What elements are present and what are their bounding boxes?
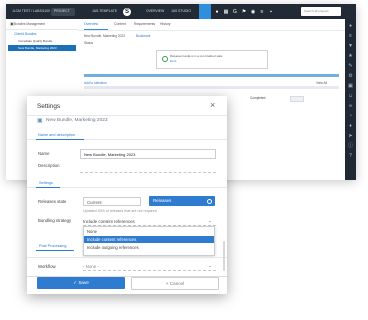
- sidebar-title: Bundles Management: [14, 22, 46, 26]
- option-include-outgoing-references[interactable]: Include outgoing references: [84, 244, 214, 251]
- bundling-strategy-value: Include content references: [83, 219, 135, 224]
- chevron-down-icon[interactable]: ⌄: [208, 263, 212, 269]
- bell-icon[interactable]: ●: [214, 9, 220, 15]
- bundling-strategy-options: None Include content references Include …: [83, 226, 215, 256]
- tab-content[interactable]: Content: [114, 22, 126, 26]
- top-bar: JLCM TEST / LABS/1100 PROJECT JAS-TEMPLA…: [6, 4, 356, 19]
- radio-selected-icon: [207, 199, 212, 204]
- close-icon[interactable]: ×: [210, 100, 215, 110]
- pin-icon[interactable]: ●: [347, 23, 354, 30]
- share-icon[interactable]: ➤: [347, 133, 354, 140]
- dialog-header-divider: [27, 115, 227, 116]
- add-selection-link[interactable]: Add to selection: [84, 81, 107, 85]
- apps-icon[interactable]: ▪: [268, 9, 274, 15]
- tab-post-processing[interactable]: Post Processing: [39, 244, 66, 248]
- list-icon[interactable]: ≡: [347, 33, 354, 40]
- project-menu[interactable]: PROJECT: [51, 7, 75, 16]
- sidebar-section[interactable]: ClientA Bundles: [14, 32, 37, 36]
- chevron-down-icon[interactable]: ⌄: [208, 218, 212, 224]
- google-icon[interactable]: G: [232, 9, 238, 15]
- info-more-link[interactable]: More: [170, 59, 176, 63]
- releases-hint: Updated 40% of releases that are not req…: [83, 209, 157, 213]
- tab-history[interactable]: History: [160, 22, 171, 26]
- workflow-value: - None -: [83, 264, 99, 269]
- workflow-select[interactable]: - None -: [83, 264, 216, 269]
- cancel-button[interactable]: × Cancel: [131, 277, 219, 290]
- info-icon[interactable]: ⓘ: [347, 143, 354, 150]
- sidebar-divider: [6, 29, 78, 30]
- breadcrumb: New Bundle, Marketing 2023: [84, 34, 125, 38]
- active-app-indicator[interactable]: [199, 4, 211, 19]
- tag-icon[interactable]: ♦: [347, 123, 354, 130]
- dialog-title: Settings: [37, 103, 61, 110]
- env-label[interactable]: JAS-TEMPLATE: [92, 9, 117, 13]
- bundling-strategy-label: Bundling strategy: [38, 218, 72, 223]
- tab-overview[interactable]: Overview: [84, 22, 98, 26]
- workflow-underline: [83, 270, 216, 271]
- description-input[interactable]: [80, 172, 216, 173]
- status-label: Status: [84, 41, 94, 45]
- tab-post-underline: [36, 250, 74, 251]
- help-icon[interactable]: ?: [347, 153, 354, 160]
- menu-icon[interactable]: ≡: [259, 9, 265, 15]
- tab-name-underline: [36, 139, 84, 140]
- info-line-1: Releases bundle is in a non-finalized st…: [170, 54, 223, 58]
- option-none[interactable]: None: [84, 228, 214, 235]
- star-icon[interactable]: ★: [347, 53, 354, 60]
- tab-divider: [78, 30, 345, 31]
- bundle-icon: ▣: [37, 118, 43, 124]
- releases-state-label: Releases state: [38, 199, 67, 204]
- edit-icon[interactable]: ✎: [347, 63, 354, 70]
- tab-settings[interactable]: Settings: [39, 181, 53, 185]
- user-avatar[interactable]: S: [123, 7, 131, 16]
- user-icon[interactable]: ☺: [347, 93, 354, 100]
- tab-name-description[interactable]: Name and description: [38, 133, 75, 137]
- tab-requirements[interactable]: Requirements: [134, 22, 155, 26]
- option-include-content-references[interactable]: Include content references: [84, 236, 214, 243]
- view-all-link[interactable]: View All: [316, 81, 327, 85]
- right-toolbar: ● ≡ ▼ ★ ✎ ⚙ ▣ ☺ ∞ ◔ ♦ ➤ ⓘ ?: [345, 19, 356, 180]
- search-input[interactable]: Search all projects: [301, 7, 341, 16]
- link-icon[interactable]: ∞: [347, 103, 354, 110]
- dialog-subtitle: New Bundle, Marketing 2023: [46, 118, 108, 123]
- project-menu-label: PROJECT: [54, 9, 70, 13]
- tab-overview[interactable]: OVERVIEW: [146, 9, 164, 13]
- row-status: Completed: [250, 96, 266, 100]
- table-header: [84, 86, 339, 89]
- scrollbar[interactable]: [223, 241, 225, 271]
- filter-icon[interactable]: ▼: [347, 43, 354, 50]
- section-divider-post: [27, 257, 227, 258]
- settings-dialog: Settings × ▣ New Bundle, Marketing 2023 …: [27, 96, 227, 294]
- workflow-label: Workflow: [38, 264, 56, 269]
- description-label: Description: [38, 163, 60, 168]
- tab-jas-studio[interactable]: JAS STUDIO: [171, 9, 191, 13]
- chat-icon[interactable]: ◉: [250, 9, 256, 15]
- row-status-box: [290, 96, 304, 102]
- flag-icon[interactable]: ⚑: [241, 9, 247, 15]
- sidebar-item-immediate[interactable]: Immediate Quality Bundle ...: [8, 38, 76, 44]
- tab-settings-underline: [36, 187, 60, 188]
- clock-icon[interactable]: ◔: [347, 113, 354, 120]
- bookmark-link[interactable]: Bookmark: [136, 34, 150, 38]
- check-circle-icon: [162, 56, 168, 62]
- bundling-strategy-select[interactable]: Include content references: [83, 219, 216, 224]
- folder-icon[interactable]: ▣: [347, 83, 354, 90]
- name-label: Name: [38, 151, 50, 156]
- releases-option-current[interactable]: Current: [83, 197, 141, 206]
- releases-option-releases[interactable]: Releases: [149, 196, 215, 206]
- bundle-icon: ▣: [10, 21, 14, 26]
- sidebar-item-new-bundle[interactable]: New Bundle, Marketing 2023: [8, 45, 76, 51]
- project-selector[interactable]: JLCM TEST / LABS/1100: [12, 9, 50, 13]
- save-button[interactable]: ✓ Save: [37, 277, 125, 289]
- gear-icon[interactable]: ⚙: [347, 73, 354, 80]
- progress-strip: [84, 74, 339, 77]
- grid-icon[interactable]: ▦: [223, 9, 229, 15]
- save-label: Save: [78, 280, 89, 285]
- cancel-label: Cancel: [169, 281, 185, 286]
- name-input[interactable]: New Bundle, Marketing 2023: [80, 149, 216, 159]
